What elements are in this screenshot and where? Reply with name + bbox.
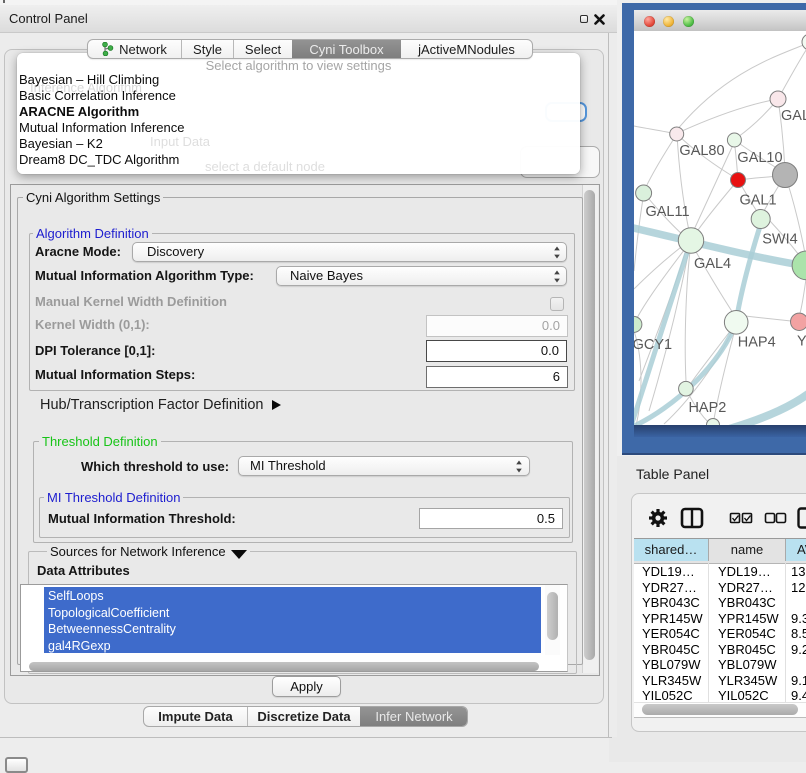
svg-text:SWI4: SWI4 <box>762 232 797 248</box>
svg-text:GAL1: GAL1 <box>739 193 776 209</box>
svg-text:GAL11: GAL11 <box>645 204 689 220</box>
svg-text:Y: Y <box>797 334 806 350</box>
svg-text:GCY1: GCY1 <box>634 337 672 353</box>
svg-text:HAP2: HAP2 <box>688 400 726 416</box>
svg-text:GAL80: GAL80 <box>679 143 724 159</box>
svg-text:GAL10: GAL10 <box>737 150 782 166</box>
svg-text:GAL4: GAL4 <box>694 256 731 272</box>
svg-text:HAP4: HAP4 <box>738 335 776 351</box>
svg-text:GAL2: GAL2 <box>781 108 806 124</box>
